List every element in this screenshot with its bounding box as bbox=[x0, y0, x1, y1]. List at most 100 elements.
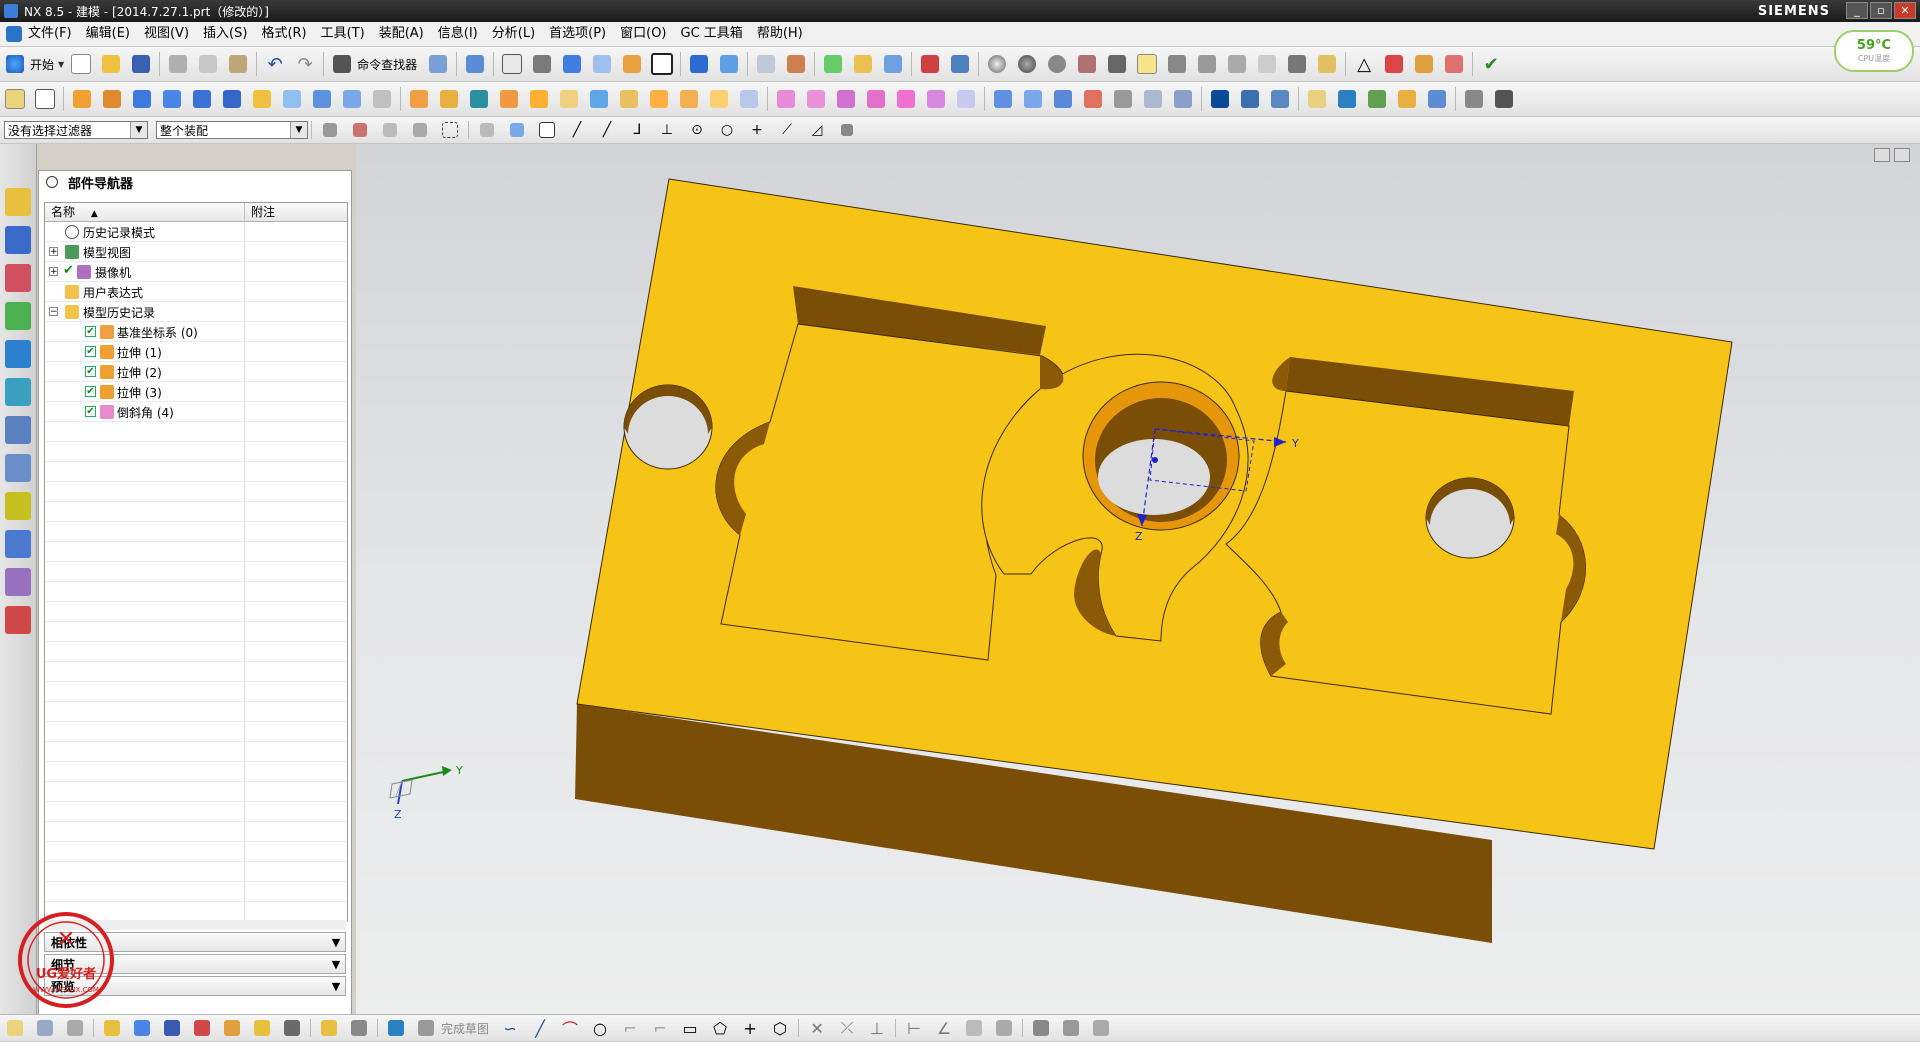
checkbox[interactable]: ✔ bbox=[85, 346, 96, 357]
resize-face-icon[interactable] bbox=[923, 86, 949, 112]
constraint-icon[interactable] bbox=[1364, 86, 1390, 112]
expand-icon[interactable]: + bbox=[49, 267, 58, 277]
clip-icon[interactable] bbox=[619, 51, 645, 77]
mirror-icon[interactable] bbox=[880, 51, 906, 77]
studio-surface-icon[interactable] bbox=[1140, 86, 1166, 112]
chevron-down-icon[interactable]: ▼ bbox=[130, 122, 147, 138]
chevron-down-icon[interactable]: ▼ bbox=[327, 936, 345, 949]
reattach-icon[interactable] bbox=[62, 1017, 88, 1039]
menu-insert[interactable]: 插入(S) bbox=[196, 23, 254, 45]
quick-extend-icon[interactable]: ⤫ bbox=[834, 1017, 860, 1039]
block-icon[interactable] bbox=[129, 86, 155, 112]
move-object-icon[interactable] bbox=[820, 51, 846, 77]
sphere-gray-icon[interactable] bbox=[1044, 51, 1070, 77]
graphics-window[interactable]: Y Z Y Z bbox=[356, 144, 1920, 1014]
grid-dots-icon[interactable] bbox=[1254, 51, 1280, 77]
filter-reset-icon[interactable] bbox=[317, 120, 343, 140]
rectangle-icon[interactable]: ▭ bbox=[677, 1017, 703, 1039]
chevron-down-icon[interactable]: ▼ bbox=[290, 122, 307, 138]
paste-icon[interactable] bbox=[225, 51, 251, 77]
center-hole[interactable] bbox=[1098, 439, 1210, 515]
revolve-icon[interactable] bbox=[99, 86, 125, 112]
alternate-solution-icon[interactable] bbox=[1058, 1017, 1084, 1039]
open-folder-icon[interactable] bbox=[98, 51, 124, 77]
save-icon[interactable] bbox=[128, 51, 154, 77]
link-icon[interactable] bbox=[1491, 86, 1517, 112]
wall-icon[interactable] bbox=[1224, 51, 1250, 77]
orient-to-sketch-icon[interactable] bbox=[129, 1017, 155, 1039]
snap-intersection-icon[interactable]: ⊥ bbox=[654, 120, 680, 140]
draft-icon[interactable] bbox=[466, 86, 492, 112]
view-orient-icon[interactable] bbox=[589, 51, 615, 77]
process-studio-icon[interactable] bbox=[5, 454, 31, 482]
tree-row-extrude-3[interactable]: ✔ 拉伸 (3) bbox=[45, 382, 347, 402]
reuse-library-icon[interactable] bbox=[5, 302, 31, 330]
render-style-icon[interactable] bbox=[529, 51, 555, 77]
animate-dimension-icon[interactable] bbox=[991, 1017, 1017, 1039]
minimize-button[interactable]: _ bbox=[1846, 2, 1868, 19]
split-body-icon[interactable] bbox=[556, 86, 582, 112]
view-option-icon[interactable] bbox=[1874, 148, 1890, 162]
chevron-down-icon[interactable]: ▼ bbox=[327, 958, 345, 971]
tree-row-cameras[interactable]: + ✔ 摄像机 bbox=[45, 262, 347, 282]
component-icon[interactable] bbox=[1424, 86, 1450, 112]
roles-icon[interactable] bbox=[5, 530, 31, 558]
swept-icon[interactable] bbox=[1050, 86, 1076, 112]
snap-on-curve-icon[interactable]: ⟋ bbox=[774, 120, 800, 140]
snap-control-icon[interactable]: ╱ bbox=[594, 120, 620, 140]
curve-analysis-icon[interactable] bbox=[783, 51, 809, 77]
assembly-navigator-icon[interactable] bbox=[5, 188, 31, 216]
fixed-icon[interactable] bbox=[961, 1017, 987, 1039]
point-icon[interactable]: + bbox=[737, 1017, 763, 1039]
manufacturing-wizard-icon[interactable] bbox=[5, 492, 31, 520]
system-scene-icon[interactable] bbox=[5, 568, 31, 596]
solid-select-icon[interactable] bbox=[504, 120, 530, 140]
cut-icon[interactable] bbox=[165, 51, 191, 77]
unite-icon[interactable] bbox=[249, 86, 275, 112]
tree-row-datum-csys[interactable]: ✔ 基准坐标系 (0) bbox=[45, 322, 347, 342]
snap-endpoint-icon[interactable] bbox=[534, 120, 560, 140]
shell-icon[interactable] bbox=[496, 86, 522, 112]
binoculars-icon[interactable] bbox=[329, 51, 355, 77]
symbol-icon[interactable] bbox=[1441, 51, 1467, 77]
sphere-feature-icon[interactable] bbox=[219, 86, 245, 112]
menu-gc-toolbox[interactable]: GC 工具箱 bbox=[674, 23, 750, 45]
table-icon[interactable] bbox=[1381, 51, 1407, 77]
sync-model-icon[interactable] bbox=[953, 86, 979, 112]
convert-reference-icon[interactable] bbox=[1028, 1017, 1054, 1039]
polygon-icon[interactable]: ⬠ bbox=[707, 1017, 733, 1039]
tree-row-extrude-1[interactable]: ✔ 拉伸 (1) bbox=[45, 342, 347, 362]
through-curves-icon[interactable] bbox=[1020, 86, 1046, 112]
sketch-task-icon[interactable] bbox=[2, 1017, 28, 1039]
subtract-icon[interactable] bbox=[279, 86, 305, 112]
sketch-icon[interactable] bbox=[2, 86, 28, 112]
column-name-header[interactable]: 名称 ▲ bbox=[45, 203, 245, 221]
tree-row-model-views[interactable]: + 模型视图 bbox=[45, 242, 347, 262]
scale-icon[interactable] bbox=[706, 86, 732, 112]
shaded-cube-icon[interactable] bbox=[559, 51, 585, 77]
sketch-icon[interactable] bbox=[99, 1017, 125, 1039]
cone-icon[interactable] bbox=[189, 86, 215, 112]
snap-midpoint-icon[interactable]: ╱ bbox=[564, 120, 590, 140]
hole-icon[interactable] bbox=[339, 86, 365, 112]
tree-row-extrude-2[interactable]: ✔ 拉伸 (2) bbox=[45, 362, 347, 382]
scope-dropdown[interactable]: 整个装配 ▼ bbox=[156, 121, 308, 139]
expand-icon[interactable]: + bbox=[49, 247, 58, 257]
chevron-down-icon[interactable]: ▼ bbox=[327, 980, 345, 993]
pattern-icon[interactable] bbox=[616, 86, 642, 112]
section-surface-icon[interactable] bbox=[1170, 86, 1196, 112]
delete-face-icon[interactable] bbox=[863, 86, 889, 112]
patch-icon[interactable] bbox=[803, 86, 829, 112]
column-note-header[interactable]: 附注 bbox=[245, 203, 347, 221]
chamfer-icon[interactable] bbox=[436, 86, 462, 112]
check-icon[interactable]: ✔ bbox=[1478, 51, 1504, 77]
menu-edit[interactable]: 编辑(E) bbox=[79, 23, 137, 45]
help-cursor-icon[interactable] bbox=[425, 51, 451, 77]
checkbox[interactable]: ✔ bbox=[85, 406, 96, 417]
inferred-constraints-icon[interactable] bbox=[346, 1017, 372, 1039]
tree-row-user-expressions[interactable]: 用户表达式 bbox=[45, 282, 347, 302]
tree-row-chamfer-4[interactable]: ✔ 倒斜角 (4) bbox=[45, 402, 347, 422]
assemblies-icon[interactable] bbox=[1334, 86, 1360, 112]
finish-sketch-button[interactable]: 完成草图 bbox=[441, 1020, 489, 1037]
wireframe-icon[interactable] bbox=[474, 120, 500, 140]
